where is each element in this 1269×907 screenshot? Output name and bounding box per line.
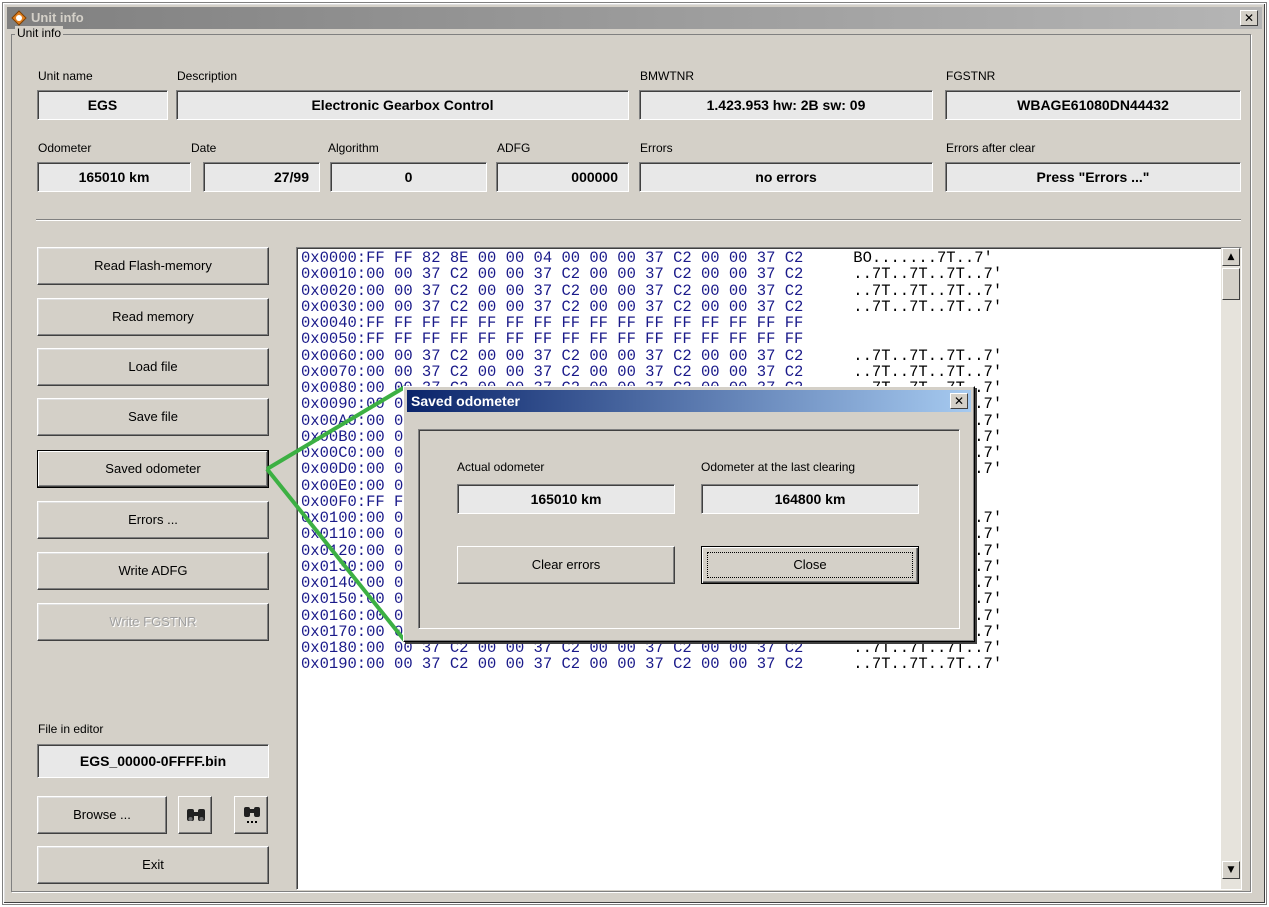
hex-row: 0x0030:00 00 37 C2 00 00 37 C2 00 00 37 … xyxy=(301,299,1219,315)
separator xyxy=(36,219,1241,221)
scroll-down-button[interactable]: ▼ xyxy=(1222,861,1240,879)
unit-name-field: EGS xyxy=(37,90,168,120)
browse-button[interactable]: Browse ... xyxy=(37,796,167,834)
algorithm-label: Algorithm xyxy=(328,141,379,155)
binoculars-icon xyxy=(187,809,205,821)
hex-row-ascii: ..7T..7T..7T..7' xyxy=(853,297,1003,316)
errors-button[interactable]: Errors ... xyxy=(37,501,269,539)
dialog-titlebar[interactable]: Saved odometer ✕ xyxy=(407,390,971,412)
dialog-close-button[interactable]: Close xyxy=(701,546,919,584)
window-titlebar[interactable]: Unit info ✕ xyxy=(7,7,1262,29)
actual-odometer-field: 165010 km xyxy=(457,484,675,514)
binoculars-next-icon xyxy=(244,807,260,823)
bmwtnr-field: 1.423.953 hw: 2B sw: 09 xyxy=(639,90,933,120)
hex-row: 0x0070:00 00 37 C2 00 00 37 C2 00 00 37 … xyxy=(301,364,1219,380)
fgstnr-field: WBAGE61080DN44432 xyxy=(945,90,1241,120)
scroll-thumb[interactable] xyxy=(1222,268,1240,300)
errors-label: Errors xyxy=(640,141,673,155)
bmwtnr-label: BMWTNR xyxy=(640,69,694,83)
hex-row-address: 0x0190: xyxy=(301,655,367,674)
odometer-field: 165010 km xyxy=(37,162,191,192)
odometer-label: Odometer xyxy=(38,141,92,155)
dialog-panel: Actual odometer Odometer at the last cle… xyxy=(418,429,960,629)
dialog-title: Saved odometer xyxy=(411,393,520,409)
dialog-close-icon[interactable]: ✕ xyxy=(950,393,968,409)
description-label: Description xyxy=(177,69,238,83)
hex-row: 0x0010:00 00 37 C2 00 00 37 C2 00 00 37 … xyxy=(301,266,1219,282)
write-fgstnr-button: Write FGSTNR xyxy=(37,603,269,641)
errors-after-clear-field: Press "Errors ..." xyxy=(945,162,1241,192)
hex-row: 0x0040:FF FF FF FF FF FF FF FF FF FF FF … xyxy=(301,315,1219,331)
save-file-button[interactable]: Save file xyxy=(37,398,269,436)
load-file-button[interactable]: Load file xyxy=(37,348,269,386)
hex-row: 0x0180:00 00 37 C2 00 00 37 C2 00 00 37 … xyxy=(301,640,1219,656)
hex-row: 0x0000:FF FF 82 8E 00 00 04 00 00 00 37 … xyxy=(301,250,1219,266)
hex-scrollbar[interactable]: ▲ ▼ xyxy=(1221,248,1241,889)
last-clearing-label: Odometer at the last clearing xyxy=(701,460,856,474)
actual-odometer-label: Actual odometer xyxy=(457,460,545,474)
close-button-label: Close xyxy=(707,552,913,578)
fgstnr-label: FGSTNR xyxy=(946,69,996,83)
exit-button[interactable]: Exit xyxy=(37,846,269,884)
hex-row: 0x0020:00 00 37 C2 00 00 37 C2 00 00 37 … xyxy=(301,282,1219,299)
scroll-up-button[interactable]: ▲ xyxy=(1222,248,1240,266)
unit-name-label: Unit name xyxy=(38,69,93,83)
hex-row: 0x0190:00 00 37 C2 00 00 37 C2 00 00 37 … xyxy=(301,656,1219,672)
date-label: Date xyxy=(191,141,217,155)
adfg-field: 000000 xyxy=(496,162,629,192)
saved-odometer-button[interactable]: Saved odometer xyxy=(37,450,269,488)
file-in-editor-field: EGS_00000-0FFFF.bin xyxy=(37,744,269,778)
saved-odometer-dialog: Saved odometer ✕ Actual odometer Odomete… xyxy=(403,386,975,642)
errors-after-clear-label: Errors after clear xyxy=(946,141,1036,155)
find-button[interactable] xyxy=(178,796,212,834)
adfg-label: ADFG xyxy=(497,141,531,155)
file-in-editor-label: File in editor xyxy=(38,722,104,736)
date-field: 27/99 xyxy=(203,162,320,192)
window-title: Unit info xyxy=(31,10,84,25)
hex-row-bytes: 00 00 37 C2 00 00 37 C2 00 00 37 C2 00 0… xyxy=(366,655,804,674)
group-label: Unit info xyxy=(15,26,64,40)
write-adfg-button[interactable]: Write ADFG xyxy=(37,552,269,590)
algorithm-field: 0 xyxy=(330,162,487,192)
description-field: Electronic Gearbox Control xyxy=(176,90,629,120)
read-memory-button[interactable]: Read memory xyxy=(37,298,269,336)
read-flash-memory-button[interactable]: Read Flash-memory xyxy=(37,247,269,285)
diamond-app-icon xyxy=(11,10,27,26)
last-clearing-field: 164800 km xyxy=(701,484,919,514)
hex-row: 0x0060:00 00 37 C2 00 00 37 C2 00 00 37 … xyxy=(301,347,1219,364)
window-close-button[interactable]: ✕ xyxy=(1240,10,1258,26)
find-next-button[interactable] xyxy=(234,796,268,834)
clear-errors-button[interactable]: Clear errors xyxy=(457,546,675,584)
hex-row: 0x0050:FF FF FF FF FF FF FF FF FF FF FF … xyxy=(301,331,1219,347)
hex-row-ascii: ..7T..7T..7T..7' xyxy=(853,655,1003,674)
errors-field: no errors xyxy=(639,162,933,192)
